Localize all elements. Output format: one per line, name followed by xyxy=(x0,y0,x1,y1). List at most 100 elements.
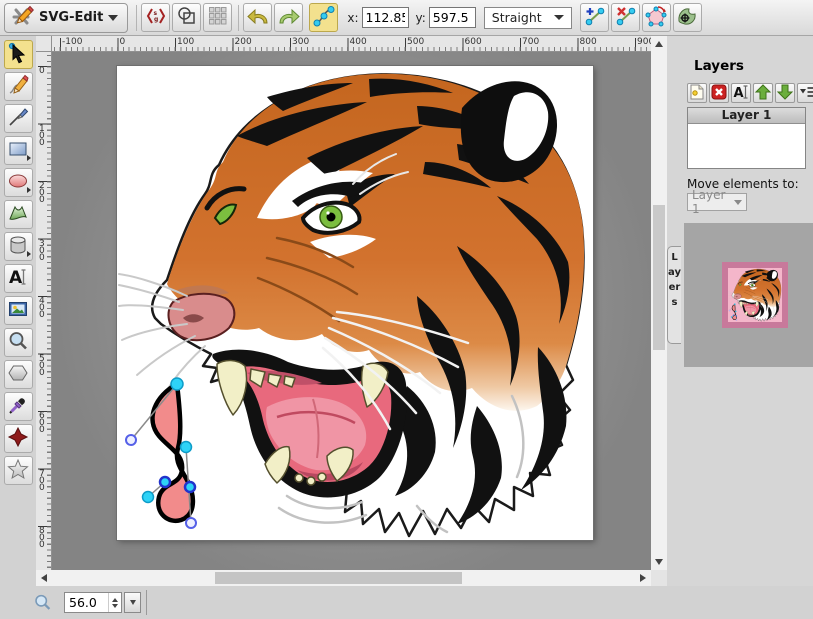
cursor-arrow-icon xyxy=(7,42,29,67)
preview-box xyxy=(684,223,813,367)
submenu-arrow-icon xyxy=(27,187,31,193)
chevron-down-icon xyxy=(734,200,742,205)
edit-node-mode-button[interactable] xyxy=(309,3,338,32)
source-code-icon: s g xyxy=(145,5,167,30)
ruler-label: 600 xyxy=(465,37,482,47)
scroll-right-button[interactable] xyxy=(635,570,651,586)
source-code-button[interactable]: s g xyxy=(141,3,170,32)
diamond-star-icon xyxy=(7,426,29,451)
layers-side-tab[interactable]: Layers xyxy=(667,246,681,344)
chevron-down-icon xyxy=(130,600,136,605)
status-bar xyxy=(0,586,813,619)
rename-layer-icon: A xyxy=(732,83,750,104)
segment-type-select[interactable]: Straight xyxy=(484,7,572,29)
left-ruler: 01 0 02 0 03 0 04 0 05 0 06 0 07 0 08 0 … xyxy=(36,52,52,570)
vertical-scroll-thumb[interactable] xyxy=(653,205,665,350)
undo-button[interactable] xyxy=(243,3,272,32)
reorient-path-icon xyxy=(676,5,698,30)
spinner-down-icon xyxy=(112,604,118,608)
zoom-tool[interactable] xyxy=(4,328,33,357)
artwork-thumbnail[interactable] xyxy=(722,262,788,328)
select-tool[interactable] xyxy=(4,40,33,69)
statusbar-divider xyxy=(146,590,147,615)
delete-layer-button[interactable] xyxy=(709,83,729,103)
horizontal-scrollbar[interactable] xyxy=(36,570,651,586)
ruler-label: 2 0 0 xyxy=(39,183,45,204)
ruler-label: 7 0 0 xyxy=(39,471,45,492)
submenu-arrow-icon xyxy=(27,251,31,257)
ruler-corner xyxy=(36,36,52,52)
grid-icon xyxy=(207,5,229,30)
workspace[interactable] xyxy=(52,52,651,570)
document-properties-button[interactable] xyxy=(172,3,201,32)
ruler-label: 0 xyxy=(39,68,45,75)
connector-tool[interactable] xyxy=(4,424,33,453)
ruler-label: 4 0 0 xyxy=(39,298,45,319)
text-tool[interactable]: A xyxy=(4,264,33,293)
image-tool[interactable] xyxy=(4,296,33,325)
move-elements-select[interactable]: Layer 1 xyxy=(687,193,747,211)
svg-text:g: g xyxy=(154,16,158,23)
chevron-down-icon xyxy=(554,15,564,20)
open-path-button[interactable] xyxy=(642,3,671,32)
toolbar-separator xyxy=(136,5,137,31)
rectangle-tool[interactable] xyxy=(4,136,33,165)
ruler-label: 700 xyxy=(522,37,539,47)
vertical-scrollbar[interactable] xyxy=(651,36,667,570)
rename-layer-button[interactable]: A xyxy=(731,83,751,103)
ellipse-tool[interactable] xyxy=(4,168,33,197)
star-tool[interactable] xyxy=(4,456,33,485)
layer-menu-button[interactable] xyxy=(797,83,813,103)
main-menu-label: SVG-Edit xyxy=(39,10,103,25)
triangle-left-icon xyxy=(41,574,47,582)
eyedropper-tool[interactable] xyxy=(4,392,33,421)
toolbar-separator xyxy=(238,5,239,31)
ruler-label: 200 xyxy=(235,37,252,47)
segment-type-value: Straight xyxy=(492,10,542,25)
svg-text:A: A xyxy=(734,86,744,101)
zoom-preset-dropdown[interactable] xyxy=(124,592,141,613)
new-layer-button[interactable] xyxy=(687,83,707,103)
scroll-left-button[interactable] xyxy=(36,570,52,586)
move-layer-up-button[interactable] xyxy=(753,83,773,103)
add-node-button[interactable] xyxy=(580,3,609,32)
zoom-level-field xyxy=(64,592,122,613)
ruler-label: 800 xyxy=(580,37,597,47)
editor-preferences-button[interactable] xyxy=(203,3,232,32)
x-coordinate-input[interactable] xyxy=(362,7,409,28)
redo-button[interactable] xyxy=(274,3,303,32)
main-menu-button[interactable]: SVG-Edit xyxy=(4,3,128,33)
zoom-spinner[interactable] xyxy=(108,593,121,612)
spinner-up-icon xyxy=(112,598,118,602)
scrollbar-corner xyxy=(651,570,667,586)
delete-node-button[interactable] xyxy=(611,3,640,32)
left-toolbar: A xyxy=(0,36,36,619)
path-tool[interactable] xyxy=(4,200,33,229)
move-layer-down-button[interactable] xyxy=(775,83,795,103)
line-tool[interactable] xyxy=(4,104,33,133)
tiger-thumbnail-art xyxy=(728,268,782,322)
svg-canvas[interactable] xyxy=(117,66,593,540)
reorient-path-button[interactable] xyxy=(673,3,702,32)
layer-menu-icon xyxy=(798,83,813,104)
top-ruler: -10001002003004005006007008009001000 xyxy=(52,36,651,52)
zoom-magnifier-icon xyxy=(33,593,52,615)
submenu-arrow-icon xyxy=(27,155,31,161)
y-coordinate-label: y: xyxy=(416,11,426,25)
shape-library-tool[interactable] xyxy=(4,232,33,261)
layer-row-selected[interactable]: Layer 1 xyxy=(688,108,805,124)
scroll-up-button[interactable] xyxy=(651,36,667,52)
layer-list: Layer 1 xyxy=(687,107,806,169)
y-coordinate-input[interactable] xyxy=(429,7,476,28)
ruler-label: 1 0 0 xyxy=(39,126,45,147)
line-pen-icon xyxy=(7,106,29,131)
horizontal-scroll-thumb[interactable] xyxy=(215,572,462,584)
zoom-level-input[interactable] xyxy=(65,595,108,610)
pencil-tool[interactable] xyxy=(4,72,33,101)
triangle-right-icon xyxy=(640,574,646,582)
delete-layer-icon xyxy=(710,83,728,104)
polygon-tool[interactable] xyxy=(4,360,33,389)
redo-icon xyxy=(277,4,301,31)
scroll-down-button[interactable] xyxy=(651,554,667,570)
arrow-up-icon xyxy=(754,83,772,104)
